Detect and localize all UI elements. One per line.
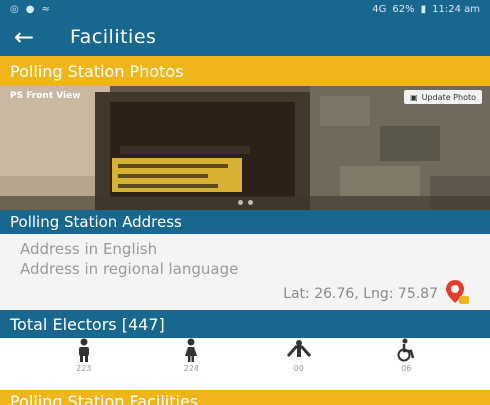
- elector-male: 223: [54, 338, 114, 373]
- photos-section-header: Polling Station Photos: [0, 56, 490, 86]
- third-gender-icon: [286, 340, 311, 357]
- photos-section-title: Polling Station Photos: [10, 61, 184, 81]
- electors-breakdown: 223 224 00 06: [0, 338, 490, 386]
- pwd-icon: [397, 338, 415, 362]
- lat-lng: Lat: 26.76, Lng: 75.87: [283, 286, 438, 302]
- photo-caption: PS Front View: [10, 91, 81, 101]
- third-gender-count: 00: [293, 364, 304, 373]
- elector-third-gender: 00: [269, 338, 329, 373]
- carousel-dot[interactable]: [247, 200, 253, 205]
- network-label: 4G: [372, 3, 387, 15]
- app-bar: ← Facilities: [0, 18, 490, 56]
- photo-image: [0, 86, 490, 210]
- elector-female: 224: [161, 338, 221, 373]
- address-regional: Address in regional language: [20, 260, 239, 278]
- battery-level: 62%: [392, 3, 415, 15]
- back-arrow-icon[interactable]: ←: [14, 25, 58, 49]
- update-photo-label: Update Photo: [421, 92, 476, 102]
- alert-icon: ●: [25, 3, 36, 15]
- electors-section-title: Total Electors [447]: [10, 314, 165, 334]
- signal-icon: ≈: [41, 3, 51, 15]
- address-section-header: Polling Station Address: [0, 210, 490, 234]
- female-count: 224: [183, 364, 199, 373]
- battery-icon: ▮: [420, 3, 427, 15]
- status-time: 11:24 am: [432, 3, 480, 15]
- male-icon: [78, 338, 89, 362]
- address-box: Address in English Address in regional l…: [0, 234, 490, 310]
- address-section-title: Polling Station Address: [10, 213, 182, 231]
- carousel-dot[interactable]: [237, 200, 243, 205]
- female-icon: [185, 338, 198, 362]
- facilities-section-title: Polling Station Facilities: [10, 392, 199, 405]
- male-count: 223: [76, 364, 92, 373]
- pwd-count: 06: [401, 364, 412, 373]
- status-right: 4G 62% ▮ 11:24 am: [372, 4, 480, 15]
- update-photo-button[interactable]: ▣ Update Photo: [404, 90, 482, 104]
- status-left-icons: ◎ ● ≈: [10, 4, 51, 15]
- polling-station-photo[interactable]: PS Front View ▣ Update Photo: [0, 86, 490, 210]
- camera-icon: ▣: [410, 92, 418, 102]
- map-pin-icon[interactable]: [444, 278, 470, 310]
- status-bar: ◎ ● ≈ 4G 62% ▮ 11:24 am: [0, 0, 490, 18]
- facilities-section-header: Polling Station Facilities: [0, 390, 490, 405]
- notification-icon: ◎: [10, 3, 20, 15]
- carousel-indicators: [0, 200, 490, 205]
- electors-section-header: Total Electors [447]: [0, 310, 490, 338]
- elector-pwd: 06: [376, 338, 436, 373]
- page-title: Facilities: [70, 26, 157, 48]
- address-english: Address in English: [20, 240, 158, 258]
